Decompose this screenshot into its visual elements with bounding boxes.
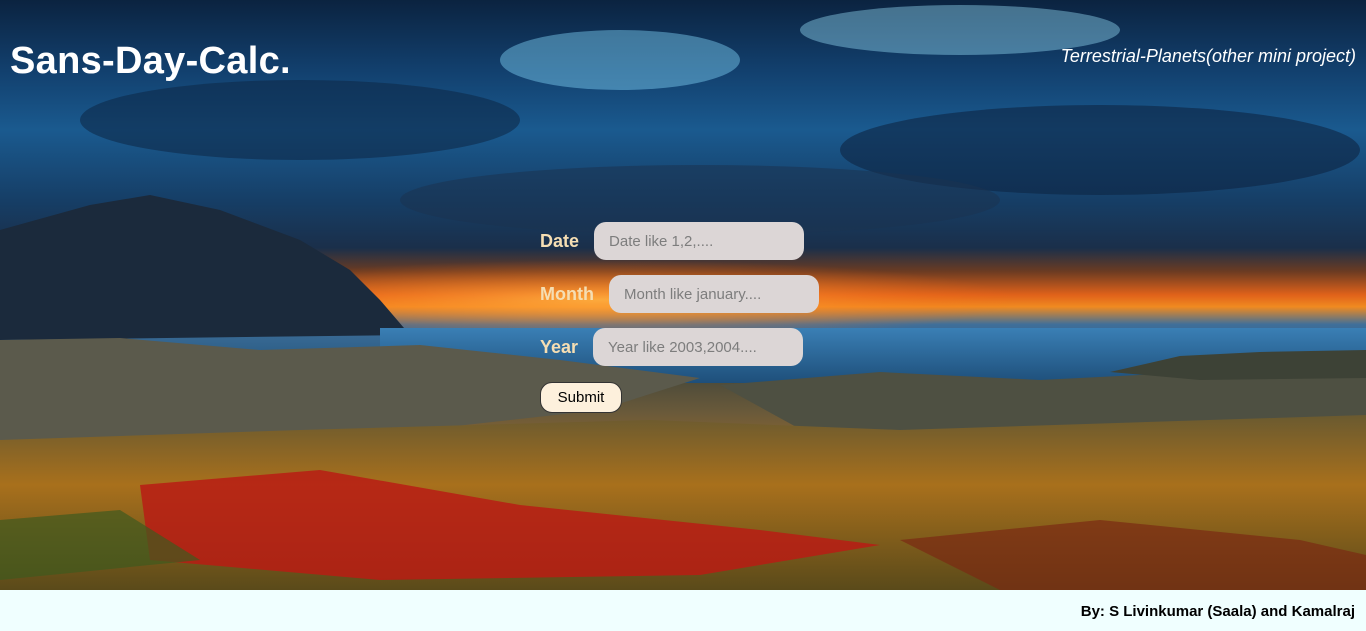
app-title: Sans-Day-Calc.: [10, 40, 291, 82]
date-label: Date: [540, 230, 580, 251]
month-label: Month: [540, 283, 594, 304]
footer-credits: By: S Livinkumar (Saala) and Kamalraj: [1080, 603, 1355, 620]
other-project-link[interactable]: Terrestrial-Planets(other mini project): [1061, 46, 1356, 67]
month-row: Month: [540, 275, 819, 313]
footer: By: S Livinkumar (Saala) and Kamalraj: [0, 590, 1366, 631]
month-input[interactable]: [608, 275, 819, 313]
date-row: Date: [540, 222, 805, 260]
submit-button[interactable]: Submit: [540, 382, 622, 413]
date-input[interactable]: [594, 222, 805, 260]
year-input[interactable]: [593, 328, 804, 366]
year-row: Year: [540, 328, 804, 366]
year-label: Year: [540, 336, 579, 357]
